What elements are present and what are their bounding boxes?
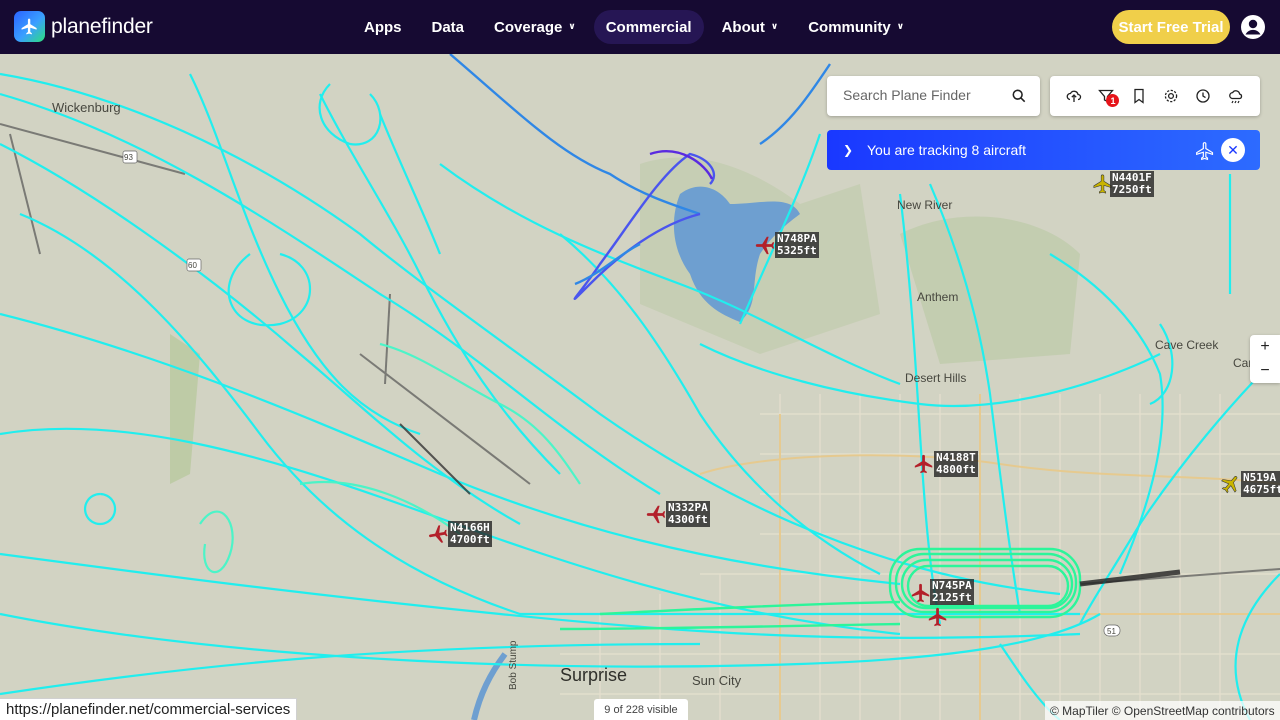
place-anthem: Anthem — [917, 290, 959, 304]
map-attribution[interactable]: © MapTiler © OpenStreetMap contributors — [1045, 701, 1280, 720]
search-box — [827, 76, 1040, 116]
filter-button[interactable]: 1 — [1098, 88, 1120, 107]
visible-aircraft-count: 9 of 228 visible — [594, 699, 688, 720]
brand-name: planefinder — [51, 14, 153, 38]
aircraft-n748pa-icon[interactable] — [754, 234, 776, 256]
cloud-upload-icon[interactable] — [1066, 88, 1082, 104]
gear-icon[interactable] — [1163, 88, 1179, 104]
chevron-down-icon: ∨ — [770, 20, 779, 31]
close-tracking-button[interactable]: ✕ — [1221, 138, 1245, 162]
aircraft-label[interactable]: N745PA 2125ft — [930, 579, 974, 605]
nav-coverage[interactable]: Coverage ∨ — [482, 10, 588, 44]
aircraft-altitude: 4700ft — [450, 533, 490, 546]
nav-community[interactable]: Community ∨ — [796, 10, 916, 44]
search-input[interactable] — [841, 86, 1005, 104]
chevron-down-icon: ∨ — [568, 20, 576, 31]
tracking-text: You are tracking 8 aircraft — [867, 142, 1027, 158]
chevron-down-icon: ∨ — [896, 20, 905, 31]
place-sun-city: Sun City — [692, 673, 742, 688]
place-bob-stump: Bob Stump — [508, 640, 519, 690]
zoom-in-button[interactable]: + — [1250, 335, 1280, 359]
weather-icon[interactable] — [1228, 88, 1244, 104]
road-shield-93: 93 — [124, 153, 133, 162]
nav-apps-label: Apps — [364, 18, 402, 36]
aircraft-label[interactable]: N748PA 5325ft — [775, 232, 819, 258]
aircraft-n332pa-icon[interactable] — [645, 503, 667, 525]
close-icon: ✕ — [1227, 141, 1239, 158]
chevron-right-icon[interactable]: ❯ — [843, 143, 859, 157]
aircraft-altitude: 2125ft — [932, 591, 972, 604]
nav-apps[interactable]: Apps — [352, 10, 414, 44]
road-shield-51: 51 — [1107, 627, 1116, 636]
aircraft-label[interactable]: N4401F 7250ft — [1110, 171, 1154, 197]
place-desert-hills: Desert Hills — [905, 371, 967, 385]
nav-coverage-label: Coverage — [494, 18, 563, 36]
nav-data[interactable]: Data — [420, 10, 477, 44]
planefinder-logo[interactable]: planefinder — [14, 11, 153, 42]
aircraft-unlabeled-icon[interactable] — [927, 606, 949, 628]
aircraft-altitude: 4800ft — [936, 463, 976, 476]
zoom-control: + − — [1250, 335, 1280, 383]
nav-community-label: Community — [808, 18, 891, 36]
aircraft-label[interactable]: N332PA 4300ft — [666, 501, 710, 527]
road-shield-60: 60 — [188, 261, 197, 270]
aircraft-label[interactable]: N4166H 4700ft — [448, 521, 492, 547]
bookmark-icon[interactable] — [1131, 88, 1147, 104]
aircraft-label[interactable]: N4188T 4800ft — [934, 451, 978, 477]
place-wickenburg: Wickenburg — [52, 100, 121, 115]
aircraft-altitude: 4300ft — [668, 513, 708, 526]
aircraft-n745pa-icon[interactable] — [910, 582, 932, 604]
place-surprise: Surprise — [560, 665, 628, 685]
aircraft-label[interactable]: N519A 4675ft — [1241, 471, 1280, 497]
top-navigation-bar: planefinder Apps Data Coverage ∨ Commerci… — [0, 0, 1280, 54]
nav-data-label: Data — [431, 18, 465, 36]
main-nav: Apps Data Coverage ∨ Commercial About ∨ Co… — [352, 10, 916, 44]
aircraft-n4166h-icon[interactable] — [425, 521, 450, 546]
nav-commercial-label: Commercial — [605, 18, 692, 36]
status-bar-url: https://planefinder.net/commercial-servi… — [0, 698, 298, 720]
tracked-aircraft-icon[interactable] — [1195, 141, 1215, 161]
user-account-icon[interactable] — [1241, 15, 1265, 39]
place-cave-creek: Cave Creek — [1155, 338, 1219, 352]
zoom-out-button[interactable]: − — [1250, 359, 1280, 383]
place-new-river: New River — [897, 198, 953, 212]
map-toolbar: 1 — [1050, 76, 1260, 116]
logo-plane-icon — [14, 11, 45, 42]
history-icon[interactable] — [1195, 88, 1211, 104]
aircraft-altitude: 4675ft — [1243, 483, 1280, 496]
start-free-trial-button[interactable]: Start Free Trial — [1112, 10, 1230, 44]
nav-about-label: About — [721, 18, 765, 36]
aircraft-n4188t-icon[interactable] — [913, 453, 935, 475]
search-icon[interactable] — [1012, 89, 1026, 103]
nav-about[interactable]: About ∨ — [710, 10, 791, 44]
nav-commercial[interactable]: Commercial — [593, 10, 704, 44]
filter-count-badge: 1 — [1106, 94, 1120, 107]
aircraft-altitude: 7250ft — [1112, 183, 1152, 196]
aircraft-altitude: 5325ft — [777, 244, 817, 257]
